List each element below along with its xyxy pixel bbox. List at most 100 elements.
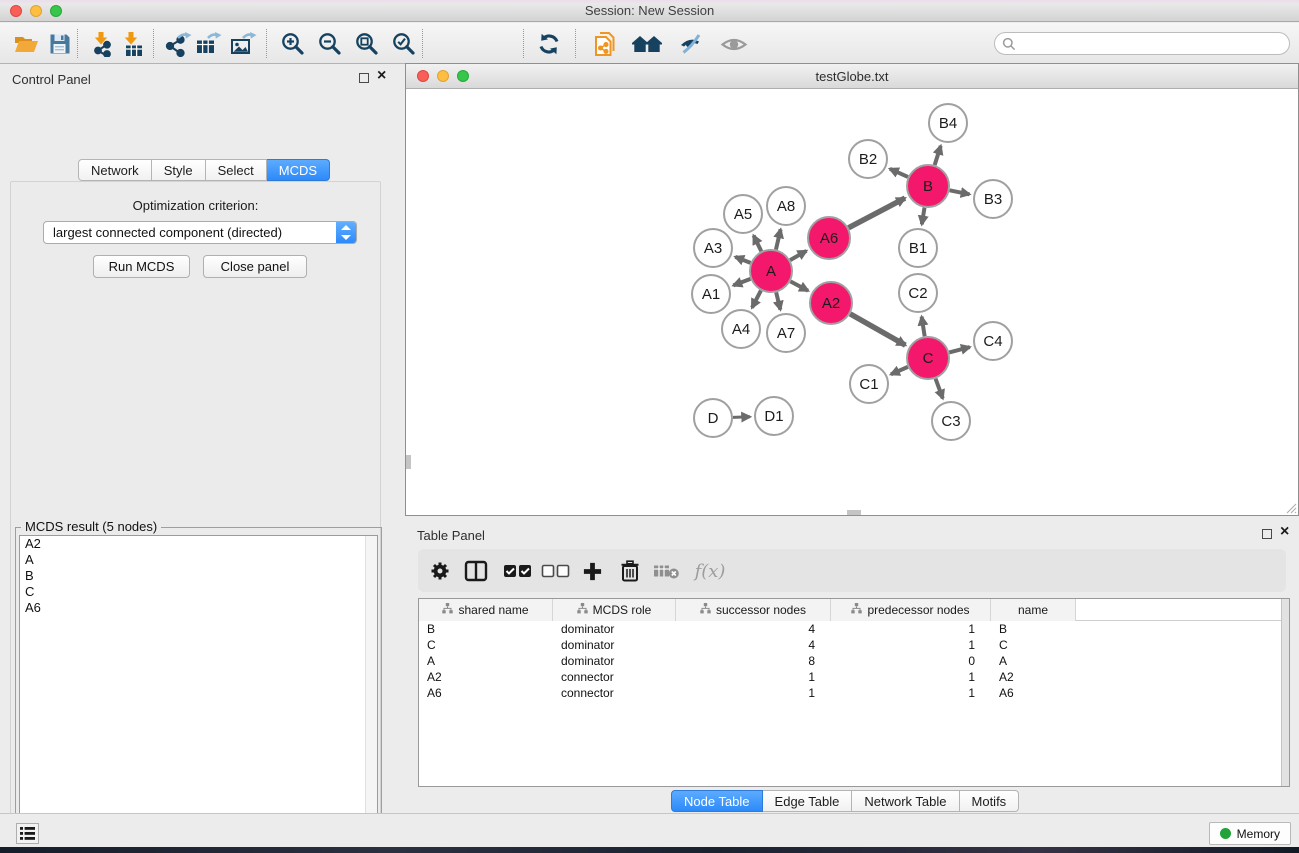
edge-B-B2[interactable] <box>890 169 908 177</box>
minimize-window-button[interactable] <box>30 5 42 17</box>
node-A7[interactable]: A7 <box>767 314 805 352</box>
network-zoom-button[interactable] <box>457 70 469 82</box>
network-close-button[interactable] <box>417 70 429 82</box>
node-A[interactable]: A <box>750 250 792 292</box>
table-cell[interactable]: B <box>419 621 553 637</box>
table-cell[interactable]: 1 <box>831 621 991 637</box>
table-cell[interactable]: dominator <box>553 653 676 669</box>
node-C3[interactable]: C3 <box>932 402 970 440</box>
table-cell[interactable]: A6 <box>419 685 553 701</box>
network-canvas[interactable]: B4B2BB3B1A5A8A6A3AA1A2C2A4A7C4CC1C3DD1 <box>406 89 1298 515</box>
resize-grip-icon[interactable] <box>1284 501 1297 514</box>
delete-table-icon[interactable] <box>651 556 681 586</box>
horizontal-scroll-indicator[interactable] <box>847 510 861 515</box>
node-A1[interactable]: A1 <box>692 275 730 313</box>
search-input[interactable] <box>1016 36 1289 51</box>
export-table-icon[interactable] <box>192 29 224 59</box>
mcds-result-list[interactable]: A2ABCA6 <box>19 535 378 853</box>
edge-A2-C[interactable] <box>850 314 905 345</box>
table-cell[interactable]: dominator <box>553 637 676 653</box>
network-document-icon[interactable] <box>588 29 620 59</box>
table-cell[interactable]: 0 <box>831 653 991 669</box>
run-mcds-button[interactable]: Run MCDS <box>93 255 190 278</box>
zoom-selected-icon[interactable] <box>388 29 420 59</box>
table-cell[interactable]: dominator <box>553 621 676 637</box>
edge-B-B4[interactable] <box>935 146 941 165</box>
close-panel-icon[interactable]: × <box>377 67 386 85</box>
node-B1[interactable]: B1 <box>899 229 937 267</box>
zoom-out-icon[interactable] <box>314 29 346 59</box>
edge-D-D1[interactable] <box>733 417 750 418</box>
export-network-icon[interactable] <box>162 29 194 59</box>
export-image-icon[interactable] <box>227 29 259 59</box>
table-cell[interactable]: 8 <box>676 653 831 669</box>
import-table-icon[interactable] <box>116 29 148 59</box>
node-B3[interactable]: B3 <box>974 180 1012 218</box>
search-box[interactable] <box>994 32 1290 55</box>
node-D[interactable]: D <box>694 399 732 437</box>
column-header-successor-nodes[interactable]: successor nodes <box>676 599 831 621</box>
edge-A-A2[interactable] <box>790 281 808 290</box>
edge-A-A7[interactable] <box>776 292 780 309</box>
tab-edge-table[interactable]: Edge Table <box>763 790 853 812</box>
tab-network-table[interactable]: Network Table <box>852 790 959 812</box>
open-session-icon[interactable] <box>10 29 42 59</box>
edge-A-A4[interactable] <box>752 291 761 308</box>
table-cell[interactable]: connector <box>553 685 676 701</box>
table-settings-gear-icon[interactable] <box>425 556 455 586</box>
save-session-icon[interactable] <box>44 29 76 59</box>
table-cell[interactable]: 1 <box>831 637 991 653</box>
edge-C-C4[interactable] <box>949 347 969 352</box>
show-columns-icon[interactable] <box>461 556 491 586</box>
table-cell[interactable]: A2 <box>419 669 553 685</box>
table-cell[interactable]: 1 <box>831 669 991 685</box>
edge-A-A6[interactable] <box>790 251 806 260</box>
table-cell[interactable]: 1 <box>676 685 831 701</box>
float-panel-icon[interactable] <box>359 73 369 83</box>
tab-node-table[interactable]: Node Table <box>671 790 763 812</box>
network-minimize-button[interactable] <box>437 70 449 82</box>
table-cell[interactable]: C <box>991 637 1076 653</box>
table-row[interactable]: Bdominator41B <box>419 621 1289 637</box>
table-cell[interactable]: C <box>419 637 553 653</box>
vertical-scroll-indicator[interactable] <box>406 455 411 469</box>
edge-C-C1[interactable] <box>891 367 908 374</box>
edge-A-A3[interactable] <box>735 257 750 263</box>
tab-style[interactable]: Style <box>152 159 206 181</box>
select-all-icon[interactable] <box>500 556 536 586</box>
task-history-button[interactable] <box>16 823 39 844</box>
table-cell[interactable]: 1 <box>831 685 991 701</box>
node-A8[interactable]: A8 <box>767 187 805 225</box>
table-row[interactable]: Adominator80A <box>419 653 1289 669</box>
node-A3[interactable]: A3 <box>694 229 732 267</box>
node-C4[interactable]: C4 <box>974 322 1012 360</box>
criterion-dropdown[interactable]: largest connected component (directed) <box>43 221 357 244</box>
node-A2[interactable]: A2 <box>810 282 852 324</box>
function-builder-icon[interactable]: f(x) <box>690 556 730 586</box>
table-row[interactable]: A2connector11A2 <box>419 669 1289 685</box>
edge-B-B3[interactable] <box>950 190 970 194</box>
table-cell[interactable]: A <box>419 653 553 669</box>
node-C1[interactable]: C1 <box>850 365 888 403</box>
node-D1[interactable]: D1 <box>755 397 793 435</box>
float-table-panel-icon[interactable] <box>1262 529 1272 539</box>
unselect-all-icon[interactable] <box>538 556 574 586</box>
table-row[interactable]: Cdominator41C <box>419 637 1289 653</box>
node-A4[interactable]: A4 <box>722 310 760 348</box>
zoom-fit-icon[interactable] <box>351 29 383 59</box>
close-table-panel-icon[interactable]: × <box>1280 523 1289 541</box>
table-row[interactable]: A6connector11A6 <box>419 685 1289 701</box>
apply-layout-icon[interactable] <box>533 29 565 59</box>
column-header-predecessor-nodes[interactable]: predecessor nodes <box>831 599 991 621</box>
show-graphics-details-icon[interactable] <box>718 29 750 59</box>
home-icon[interactable] <box>631 29 663 59</box>
edge-B-B1[interactable] <box>922 208 925 225</box>
table-cell[interactable]: 4 <box>676 637 831 653</box>
column-header-mcds-role[interactable]: MCDS role <box>553 599 676 621</box>
edge-A6-B[interactable] <box>848 198 905 228</box>
delete-column-trash-icon[interactable] <box>615 556 645 586</box>
zoom-window-button[interactable] <box>50 5 62 17</box>
close-panel-button[interactable]: Close panel <box>203 255 307 278</box>
node-B[interactable]: B <box>907 165 949 207</box>
edge-A-A8[interactable] <box>776 229 781 249</box>
